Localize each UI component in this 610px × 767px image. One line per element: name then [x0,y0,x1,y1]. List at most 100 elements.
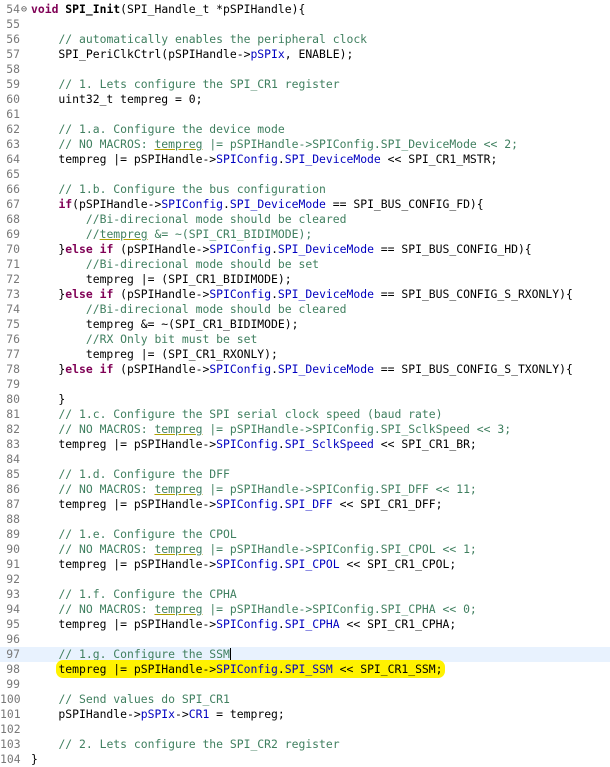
code-line[interactable]: 71 //Bi-direcional mode should be set [0,257,610,272]
line-number: 67 [6,197,20,211]
line-number: 94 [6,602,20,616]
code-text: // automatically enables the peripheral … [31,32,610,47]
code-token: //Bi-direcional mode should be set [85,257,320,271]
code-line[interactable]: 104} [0,752,610,767]
code-line[interactable]: 94 // NO MACROS: tempreg |= pSPIHandle->… [0,602,610,617]
line-number: 87 [6,497,20,511]
code-token: // 1. Lets configure the SPI_CR1 registe… [58,77,340,91]
code-line[interactable]: 96 [0,632,610,647]
code-line[interactable]: 55 [0,17,610,32]
code-token: << SPI_CR1_CPOL; [339,557,457,571]
code-token: SPI_PeriClkCtrl(pSPIHandle-> [31,47,251,61]
code-text: }else if (pSPIHandle->SPIConfig.SPI_Devi… [31,362,610,377]
code-line[interactable]: 69 //tempreg &= ~(SPI_CR1_BIDIMODE); [0,227,610,242]
code-token: else if [65,362,114,376]
code-text: tempreg |= (SPI_CR1_RXONLY); [31,347,610,362]
code-line[interactable]: 87 tempreg |= pSPIHandle->SPIConfig.SPI_… [0,497,610,512]
code-token: tempreg |= pSPIHandle-> [31,437,217,451]
code-token: == SPI_BUS_CONFIG_HD){ [373,242,532,256]
code-line[interactable]: 95 tempreg |= pSPIHandle->SPIConfig.SPI_… [0,617,610,632]
code-line[interactable]: 84 [0,452,610,467]
code-line[interactable]: 54 ⊖ void SPI_Init(SPI_Handle_t *pSPIHandl… [0,2,610,17]
code-token: (SPI_Handle_t *pSPIHandle){ [120,2,306,16]
line-number: 93 [6,587,20,601]
line-number: 66 [6,182,20,196]
code-line[interactable]: 75 tempreg &= ~(SPI_CR1_BIDIMODE); [0,317,610,332]
line-number: 72 [6,272,20,286]
code-line[interactable]: 62 // 1.a. Configure the device mode [0,122,610,137]
code-line[interactable]: 67 if(pSPIHandle->SPIConfig.SPI_DeviceMo… [0,197,610,212]
code-line[interactable]: 83 tempreg |= pSPIHandle->SPIConfig.SPI_… [0,437,610,452]
code-line[interactable]: 72 tempreg |= (SPI_CR1_BIDIMODE); [0,272,610,287]
fold-collapse-icon[interactable]: ⊖ [21,2,30,17]
line-number: 57 [6,47,20,61]
code-token: = tempreg; [209,707,285,721]
code-token: . [277,497,285,511]
code-token: // automatically enables the peripheral … [58,32,368,46]
code-text: tempreg &= ~(SPI_CR1_BIDIMODE); [31,317,610,332]
code-text: void SPI_Init(SPI_Handle_t *pSPIHandle){ [31,2,610,17]
code-line[interactable]: 64 tempreg |= pSPIHandle->SPIConfig.SPI_… [0,152,610,167]
code-line[interactable]: 74 //Bi-direcional mode should be cleare… [0,302,610,317]
code-line[interactable]: 57 SPI_PeriClkCtrl(pSPIHandle->pSPIx, EN… [0,47,610,62]
code-line[interactable]: 80 } [0,392,610,407]
code-text: tempreg |= pSPIHandle->SPIConfig.SPI_SSM… [31,660,610,678]
code-line[interactable]: 65 [0,167,610,182]
line-number: 83 [6,437,20,451]
code-line[interactable]: 63 // NO MACROS: tempreg |= pSPIHandle->… [0,137,610,152]
code-line[interactable]: 92 [0,572,610,587]
code-line[interactable]: 78 }else if (pSPIHandle->SPIConfig.SPI_D… [0,362,610,377]
code-line[interactable]: 103 // 2. Lets configure the SPI_CR2 reg… [0,737,610,752]
code-line[interactable]: 88 [0,512,610,527]
code-line[interactable]: 81 // 1.c. Configure the SPI serial cloc… [0,407,610,422]
code-line[interactable]: 89 // 1.e. Configure the CPOL [0,527,610,542]
code-editor[interactable]: 54 ⊖ void SPI_Init(SPI_Handle_t *pSPIHandl… [0,2,610,767]
code-line[interactable]: 93 // 1.f. Configure the CPHA [0,587,610,602]
code-line[interactable]: 101 pSPIHandle->pSPIx->CR1 = tempreg; [0,707,610,722]
code-line[interactable]: 68 //Bi-direcional mode should be cleare… [0,212,610,227]
code-token: tempreg &= ~(SPI_CR1_BIDIMODE); [31,317,299,331]
code-line[interactable]: 59 // 1. Lets configure the SPI_CR1 regi… [0,77,610,92]
code-line[interactable]: 60 uint32_t tempreg = 0; [0,92,610,107]
code-line[interactable]: 73 }else if (pSPIHandle->SPIConfig.SPI_D… [0,287,610,302]
code-line[interactable]: 90 // NO MACROS: tempreg |= pSPIHandle->… [0,542,610,557]
code-line[interactable]: 76 //RX Only bit must be set [0,332,610,347]
line-number: 100 [0,692,21,706]
code-line[interactable]: 58 [0,62,610,77]
code-line[interactable]: 102 [0,722,610,737]
code-line[interactable]: 98 tempreg |= pSPIHandle->SPIConfig.SPI_… [0,660,610,678]
line-number: 85 [6,467,20,481]
code-token: == SPI_BUS_CONFIG_FD){ [325,197,484,211]
code-text: // 2. Lets configure the SPI_CR2 registe… [31,737,610,752]
line-number: 80 [6,392,20,406]
code-token: SPI_DeviceMode [277,287,374,301]
code-line[interactable]: 66 // 1.b. Configure the bus configurati… [0,182,610,197]
code-text: // 1.d. Configure the DFF [31,467,610,482]
line-number: 69 [6,227,20,241]
code-line[interactable]: 91 tempreg |= pSPIHandle->SPIConfig.SPI_… [0,557,610,572]
code-line[interactable]: 86 // NO MACROS: tempreg |= pSPIHandle->… [0,482,610,497]
code-text: //Bi-direcional mode should be cleared [31,302,610,317]
line-number: 77 [6,347,20,361]
code-token: //RX Only bit must be set [85,332,258,346]
code-line[interactable]: 70 }else if (pSPIHandle->SPIConfig.SPI_D… [0,242,610,257]
code-line[interactable]: 85 // 1.d. Configure the DFF [0,467,610,482]
code-line[interactable]: 77 tempreg |= (SPI_CR1_RXONLY); [0,347,610,362]
code-line[interactable]: 61 [0,107,610,122]
code-token: SPI_DFF [284,497,333,511]
line-number: 55 [6,17,20,31]
code-line[interactable]: 79 [0,377,610,392]
line-number: 54 [6,2,20,16]
code-line[interactable]: 82 // NO MACROS: tempreg |= pSPIHandle->… [0,422,610,437]
code-token: else if [65,287,114,301]
code-line[interactable]: 100 // Send values do SPI_CR1 [0,692,610,707]
code-line[interactable]: 99 [0,677,610,692]
code-token: . [277,437,285,451]
code-token: == SPI_BUS_CONFIG_S_TXONLY){ [373,362,573,376]
code-line[interactable]: 56 // automatically enables the peripher… [0,32,610,47]
code-text: // 1.b. Configure the bus configuration [31,182,610,197]
code-token: // NO MACROS: [58,137,155,151]
